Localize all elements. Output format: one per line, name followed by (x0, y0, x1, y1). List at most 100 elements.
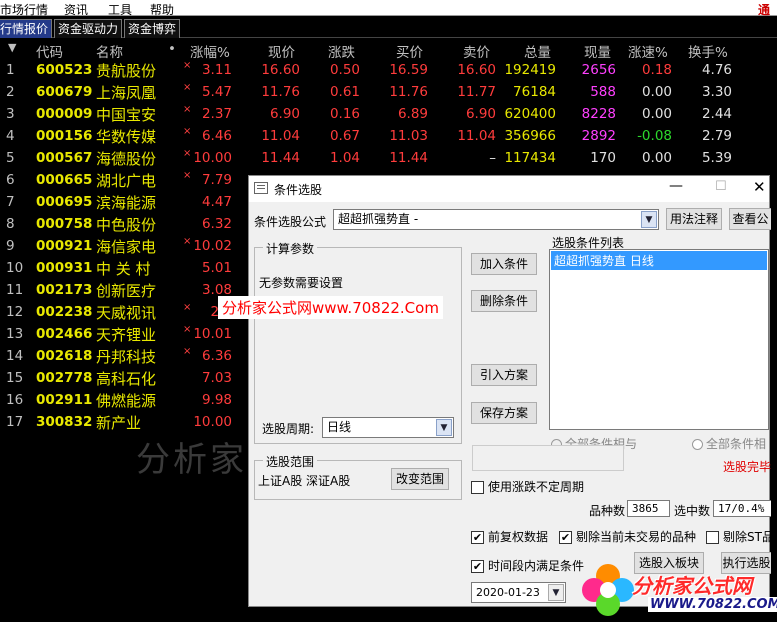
chevron-down-icon[interactable]: ▼ (548, 584, 564, 601)
stock-name: 上海凤凰 (96, 84, 157, 102)
minimize-icon[interactable]: — (669, 178, 683, 194)
cell-price: 11.44 (261, 150, 300, 166)
cell-chg-pct: 10.00 (193, 150, 232, 166)
menu-market[interactable]: 市场行情 (0, 1, 48, 18)
cell-bid: 16.59 (389, 62, 428, 78)
menu-connect[interactable]: 通 (758, 1, 770, 18)
tab-fund-game[interactable]: 资金博弈 (124, 19, 181, 38)
change-range-button[interactable]: 改变范围 (391, 468, 449, 490)
cell-vol: 192419 (504, 62, 556, 78)
stock-name: 丹邦科技 (96, 348, 157, 366)
star-mark: × (183, 60, 192, 71)
save-plan-button[interactable]: 保存方案 (471, 402, 537, 424)
stock-name: 贵航股份 (96, 62, 157, 80)
prefq-checkbox[interactable]: ✔ 前复权数据 (471, 528, 548, 545)
col-ask[interactable]: 卖价 (463, 41, 490, 61)
cell-price: 16.60 (261, 62, 300, 78)
list-item[interactable]: 超超抓强势直 日线 (551, 251, 767, 270)
menu-news[interactable]: 资讯 (64, 1, 88, 18)
stock-name: 高科石化 (96, 370, 157, 388)
table-row[interactable]: 4 000156 华数传媒 × 6.46 11.04 0.67 11.03 11.04 35696… (0, 126, 777, 148)
date-picker[interactable]: 2020-01-23 ▼ (471, 582, 566, 603)
undetermined-checkbox[interactable]: 使用涨跌不定周期 (471, 478, 584, 495)
hit-field: 17/0.4% (713, 500, 771, 517)
delete-condition-button[interactable]: 删除条件 (471, 290, 537, 312)
star-mark: × (183, 170, 192, 181)
import-plan-button[interactable]: 引入方案 (471, 364, 537, 386)
row-index: 4 (6, 128, 15, 144)
cell-chg: 0.61 (329, 84, 360, 100)
stock-code: 000695 (36, 194, 93, 210)
tab-fund-drive[interactable]: 资金驱动力 (54, 19, 123, 38)
row-index: 14 (6, 348, 24, 364)
time-range-checkbox[interactable]: ✔ 时间段内满足条件 (471, 557, 584, 574)
condition-select-dialog: 条件选股 — ☐ ✕ 条件选股公式 超超抓强势直 - ▼ 用法注释 查看公 计算… (248, 175, 774, 607)
col-dot: • (168, 41, 176, 57)
col-chg-pct[interactable]: 涨幅% (190, 41, 230, 61)
add-condition-button[interactable]: 加入条件 (471, 253, 537, 275)
cell-chg: 0.67 (329, 128, 360, 144)
table-row[interactable]: 2 600679 上海凤凰 × 5.47 11.76 0.61 11.76 11.77 76184… (0, 82, 777, 104)
range-value: 上证A股 深证A股 (258, 474, 351, 488)
stock-code: 002238 (36, 304, 93, 320)
stock-name: 中国宝安 (96, 106, 157, 124)
col-vol[interactable]: 总量 (524, 41, 551, 61)
stock-name: 天齐锂业 (96, 326, 157, 344)
col-chg[interactable]: 涨跌 (328, 41, 355, 61)
formula-select[interactable]: 超超抓强势直 - ▼ (333, 209, 659, 230)
view-formula-button[interactable]: 查看公 (729, 208, 771, 230)
tab-quotes[interactable]: 行情报价 (0, 19, 53, 38)
star-mark: × (183, 346, 192, 357)
menu-bar: 市场行情 资讯 工具 帮助 通 (0, 0, 777, 18)
stock-code: 300832 (36, 414, 93, 430)
cell-chg-pct: 10.00 (193, 414, 232, 430)
row-index: 6 (6, 172, 15, 188)
date-value: 2020-01-23 (476, 586, 540, 599)
cell-price: 11.04 (261, 128, 300, 144)
cell-chg-pct: 10.02 (193, 238, 232, 254)
star-mark: × (183, 82, 192, 93)
stock-code: 002778 (36, 370, 93, 386)
cell-chg-pct: 5.01 (201, 260, 232, 276)
close-icon[interactable]: ✕ (753, 178, 766, 196)
table-row[interactable]: 3 000009 中国宝安 × 2.37 6.90 0.16 6.89 6.90 620400 82… (0, 104, 777, 126)
cell-bid: 11.44 (389, 150, 428, 166)
cell-chg-pct: 5.47 (201, 84, 232, 100)
chevron-down-icon[interactable]: ▼ (436, 419, 452, 436)
menu-help[interactable]: 帮助 (150, 1, 174, 18)
col-price[interactable]: 现价 (268, 41, 295, 61)
logo-url: WWW.70822.COM (648, 597, 777, 612)
hit-label: 选中数 (674, 504, 711, 518)
remove-untraded-checkbox[interactable]: ✔ 剔除当前未交易的品种 (559, 528, 696, 545)
col-bid[interactable]: 买价 (396, 41, 423, 61)
col-cur[interactable]: 现量 (584, 41, 611, 61)
cell-vol: 620400 (504, 106, 556, 122)
stock-code: 002466 (36, 326, 93, 342)
row-index: 8 (6, 216, 15, 232)
radio-or[interactable]: 全部条件相 (692, 435, 766, 452)
dialog-title: 条件选股 (274, 183, 323, 197)
sort-icon[interactable]: ▼ (8, 41, 16, 54)
col-turn[interactable]: 换手% (688, 41, 728, 61)
maximize-icon[interactable]: ☐ (715, 179, 727, 194)
remove-st-checkbox[interactable]: 剔除ST品 (706, 528, 774, 545)
cell-ask: 11.77 (457, 84, 496, 100)
table-row[interactable]: 1 600523 贵航股份 × 3.11 16.60 0.50 16.59 16.60 19241… (0, 60, 777, 82)
cell-bid: 6.89 (397, 106, 428, 122)
cell-price: 11.76 (261, 84, 300, 100)
col-speed[interactable]: 涨速% (628, 41, 668, 61)
col-code[interactable]: 代码 (36, 41, 63, 61)
col-name[interactable]: 名称 (96, 41, 123, 61)
menu-tools[interactable]: 工具 (108, 1, 132, 18)
chevron-down-icon[interactable]: ▼ (641, 211, 657, 228)
usage-button[interactable]: 用法注释 (666, 208, 722, 230)
cell-ask: 11.04 (457, 128, 496, 144)
logo-text: 分析家公式网 (632, 574, 752, 598)
dialog-titlebar: 条件选股 — ☐ ✕ (249, 176, 769, 202)
table-row[interactable]: 5 000567 海德股份 × 10.00 11.44 1.04 11.44 –117434 17… (0, 148, 777, 170)
cell-bid: 11.76 (389, 84, 428, 100)
cell-chg-pct: 7.03 (201, 370, 232, 386)
condition-list[interactable]: 超超抓强势直 日线 (549, 249, 769, 430)
period-select[interactable]: 日线 ▼ (322, 417, 454, 438)
row-index: 15 (6, 370, 24, 386)
